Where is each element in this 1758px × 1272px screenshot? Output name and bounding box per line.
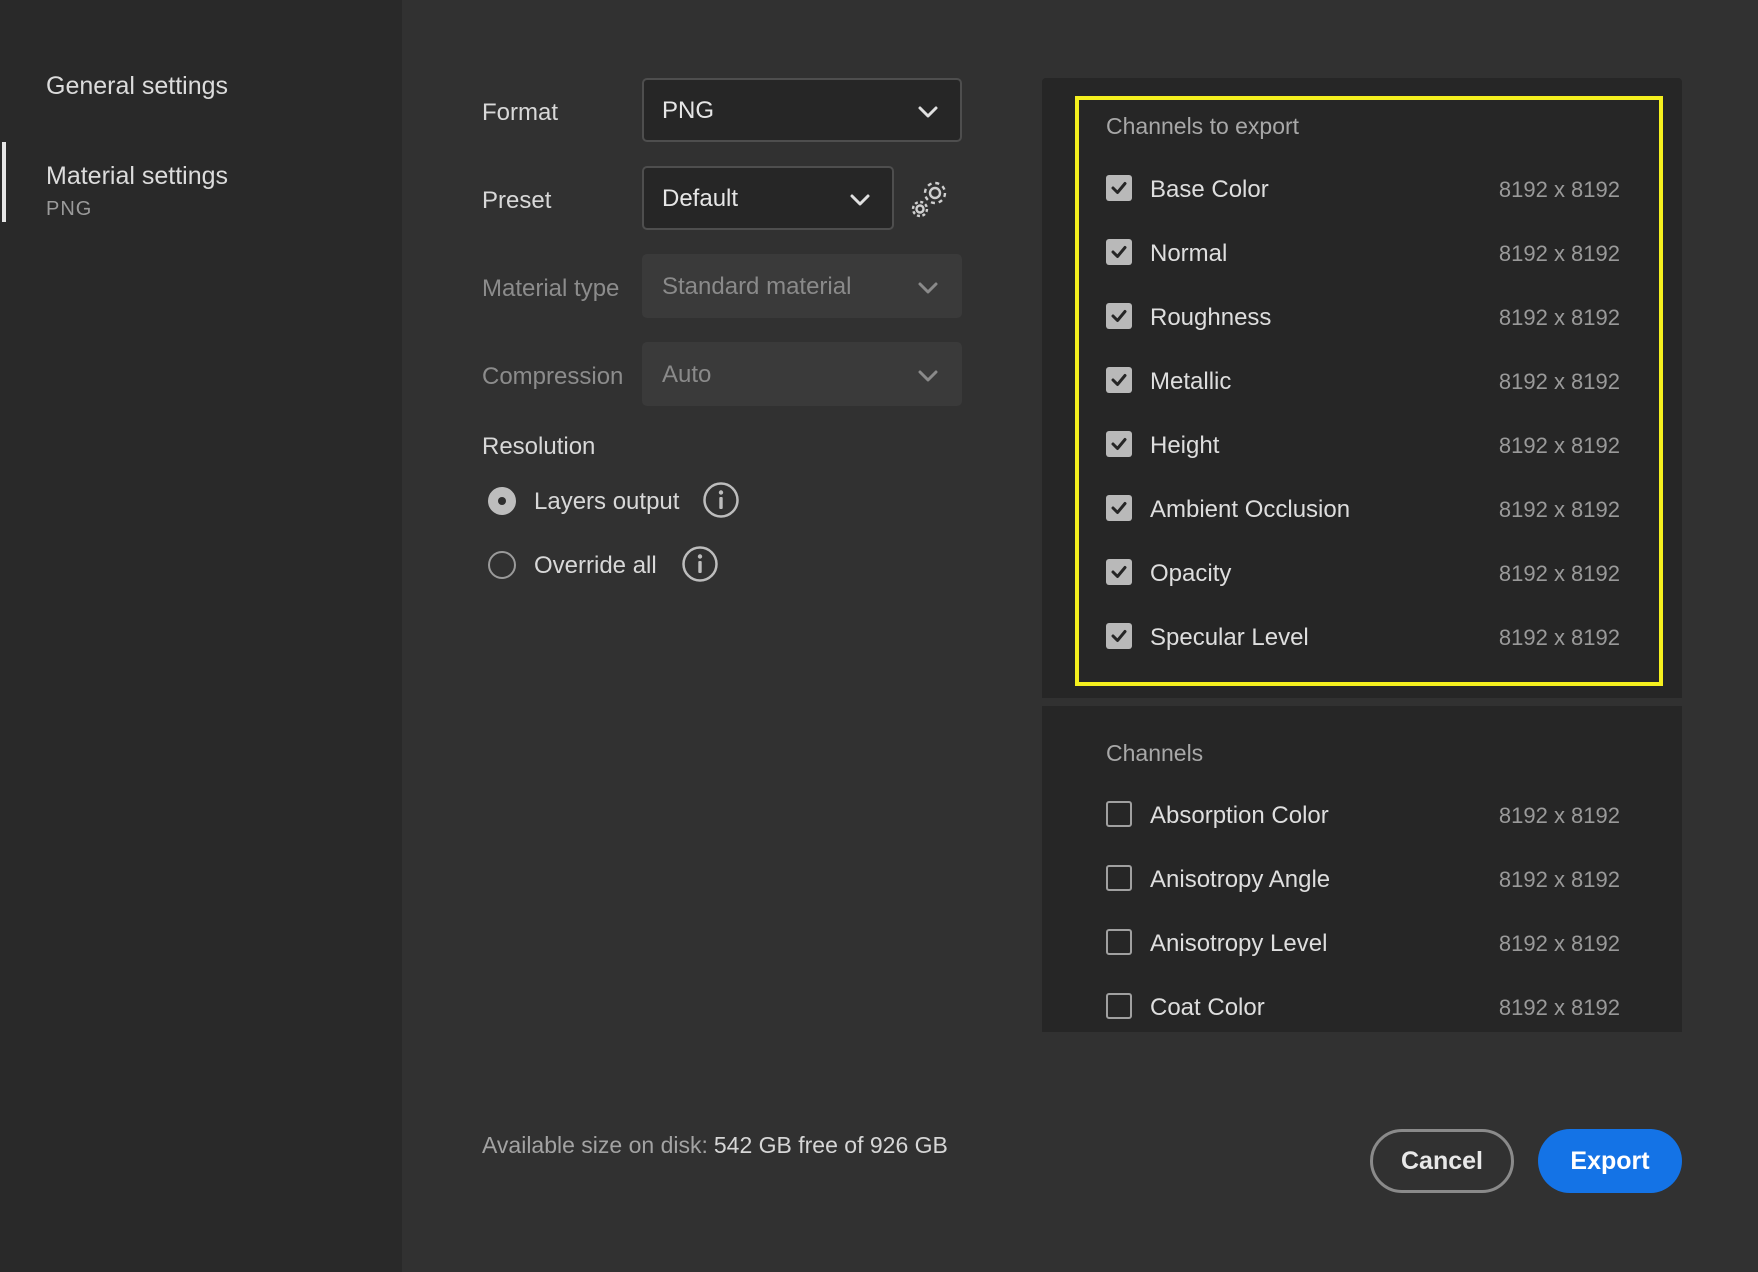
channel-resolution: 8192 x 8192 xyxy=(1498,803,1620,828)
channels-to-export-title: Channels to export xyxy=(1106,113,1300,139)
preset-label: Preset xyxy=(482,187,552,214)
channel-resolution: 8192 x 8192 xyxy=(1498,241,1620,266)
checkmark-icon xyxy=(1111,438,1127,450)
preset-value: Default xyxy=(662,185,739,212)
channels-title: Channels xyxy=(1106,740,1204,766)
channel-checkbox[interactable] xyxy=(1106,801,1132,827)
info-icon[interactable] xyxy=(702,481,740,519)
checkmark-icon xyxy=(1111,246,1127,258)
channel-name: Coat Color xyxy=(1150,994,1265,1021)
preset-select[interactable]: Default xyxy=(642,166,894,230)
channel-name: Opacity xyxy=(1150,560,1232,587)
channel-resolution: 8192 x 8192 xyxy=(1498,561,1620,586)
channel-checkbox[interactable] xyxy=(1106,303,1132,329)
checkmark-icon xyxy=(1111,374,1127,386)
gear-icon[interactable] xyxy=(908,178,952,222)
export-dialog: General settings Material settings PNG F… xyxy=(0,0,1758,1272)
channel-row[interactable]: Normal 8192 x 8192 xyxy=(1106,232,1620,272)
radio-label: Layers output xyxy=(534,488,680,515)
radio-label: Override all xyxy=(534,552,657,579)
channel-checkbox[interactable] xyxy=(1106,431,1132,457)
channel-checkbox[interactable] xyxy=(1106,623,1132,649)
material-type-select: Standard material xyxy=(642,254,962,318)
cancel-button[interactable]: Cancel xyxy=(1370,1129,1514,1193)
channel-checkbox[interactable] xyxy=(1106,929,1132,955)
channel-resolution: 8192 x 8192 xyxy=(1498,433,1620,458)
channel-row[interactable]: Height 8192 x 8192 xyxy=(1106,424,1620,464)
channel-checkbox[interactable] xyxy=(1106,993,1132,1019)
channel-row[interactable]: Absorption Color 8192 x 8192 xyxy=(1106,794,1620,834)
channel-row[interactable]: Anisotropy Angle 8192 x 8192 xyxy=(1106,858,1620,898)
active-indicator xyxy=(2,142,6,222)
channel-row[interactable]: Roughness 8192 x 8192 xyxy=(1106,296,1620,336)
channel-resolution: 8192 x 8192 xyxy=(1498,995,1620,1020)
sidebar: General settings Material settings PNG xyxy=(0,0,402,1272)
channel-checkbox[interactable] xyxy=(1106,367,1132,393)
chevron-down-icon xyxy=(918,370,938,382)
channel-checkbox[interactable] xyxy=(1106,559,1132,585)
channel-name: Ambient Occlusion xyxy=(1150,496,1351,523)
channel-row[interactable]: Specular Level 8192 x 8192 xyxy=(1106,616,1620,656)
checkmark-icon xyxy=(1111,566,1127,578)
channel-name: Anisotropy Angle xyxy=(1150,866,1331,893)
channel-name: Base Color xyxy=(1150,176,1269,203)
channel-name: Absorption Color xyxy=(1150,802,1329,829)
channel-resolution: 8192 x 8192 xyxy=(1498,177,1620,202)
channel-resolution: 8192 x 8192 xyxy=(1498,369,1620,394)
channel-checkbox[interactable] xyxy=(1106,865,1132,891)
material-type-label: Material type xyxy=(482,275,620,302)
export-button[interactable]: Export xyxy=(1538,1129,1682,1193)
sidebar-item-label: General settings xyxy=(46,72,229,100)
resolution-label: Resolution xyxy=(482,433,596,460)
channel-row[interactable]: Opacity 8192 x 8192 xyxy=(1106,552,1620,592)
channel-checkbox[interactable] xyxy=(1106,239,1132,265)
chevron-down-icon xyxy=(918,282,938,294)
channel-name: Anisotropy Level xyxy=(1150,930,1328,957)
checkmark-icon xyxy=(1111,310,1127,322)
radio-button[interactable] xyxy=(488,487,516,515)
radio-button[interactable] xyxy=(488,551,516,579)
checkmark-icon xyxy=(1111,182,1127,194)
sidebar-item-material-settings[interactable]: Material settings PNG xyxy=(0,142,402,222)
compression-value: Auto xyxy=(662,361,712,388)
channel-checkbox[interactable] xyxy=(1106,495,1132,521)
sidebar-item-general-settings[interactable]: General settings xyxy=(0,66,402,106)
channel-row[interactable]: Anisotropy Level 8192 x 8192 xyxy=(1106,922,1620,962)
compression-label: Compression xyxy=(482,363,624,390)
radio-layers-output[interactable]: Layers output xyxy=(488,481,688,521)
channel-name: Metallic xyxy=(1150,368,1232,395)
channel-checkbox[interactable] xyxy=(1106,175,1132,201)
channel-resolution: 8192 x 8192 xyxy=(1498,625,1620,650)
channel-resolution: 8192 x 8192 xyxy=(1498,867,1620,892)
sidebar-item-sublabel: PNG xyxy=(46,198,93,220)
disk-space-info: Available size on disk: 542 GB free of 92… xyxy=(482,1132,948,1159)
channel-row[interactable]: Coat Color 8192 x 8192 xyxy=(1106,986,1620,1026)
compression-select: Auto xyxy=(642,342,962,406)
chevron-down-icon xyxy=(850,194,870,206)
checkmark-icon xyxy=(1111,630,1127,642)
format-value: PNG xyxy=(662,97,715,124)
channel-resolution: 8192 x 8192 xyxy=(1498,305,1620,330)
channel-name: Roughness xyxy=(1150,304,1272,331)
disk-space-label: Available size on disk: xyxy=(482,1132,708,1158)
format-label: Format xyxy=(482,99,559,126)
channel-row[interactable]: Ambient Occlusion 8192 x 8192 xyxy=(1106,488,1620,528)
channel-name: Normal xyxy=(1150,240,1228,267)
channel-resolution: 8192 x 8192 xyxy=(1498,497,1620,522)
chevron-down-icon xyxy=(918,106,938,118)
sidebar-item-label: Material settings xyxy=(46,162,229,190)
material-type-value: Standard material xyxy=(662,273,852,300)
disk-space-value: 542 GB free of 926 GB xyxy=(713,1132,948,1158)
format-select[interactable]: PNG xyxy=(642,78,962,142)
radio-override-all[interactable]: Override all xyxy=(488,545,668,585)
channel-row[interactable]: Metallic 8192 x 8192 xyxy=(1106,360,1620,400)
channel-name: Specular Level xyxy=(1150,624,1309,651)
channel-name: Height xyxy=(1150,432,1220,459)
channel-row[interactable]: Base Color 8192 x 8192 xyxy=(1106,168,1620,208)
channel-resolution: 8192 x 8192 xyxy=(1498,931,1620,956)
info-icon[interactable] xyxy=(681,545,719,583)
checkmark-icon xyxy=(1111,502,1127,514)
